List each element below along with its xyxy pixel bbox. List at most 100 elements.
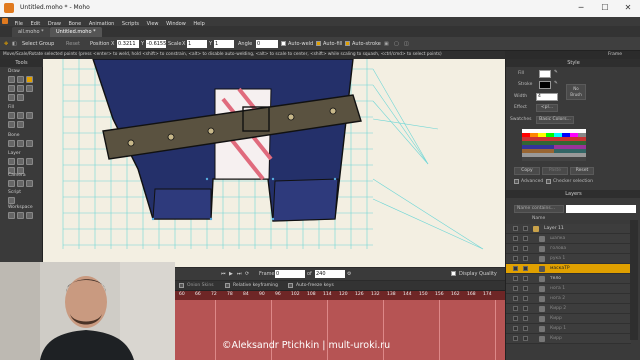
stroke-color-swatch[interactable]: [539, 81, 551, 89]
layer-visibility-toggle[interactable]: [513, 306, 518, 311]
layer-row[interactable]: нога 2: [506, 294, 631, 304]
select-shape-tool-icon[interactable]: [8, 112, 15, 119]
minimize-button[interactable]: ─: [570, 2, 592, 14]
canvas-artwork[interactable]: [43, 59, 505, 267]
layer-row-selected[interactable]: маскаТР: [506, 264, 631, 274]
scale-y-field[interactable]: 1: [214, 40, 234, 48]
script-tool-icon[interactable]: [8, 197, 15, 204]
stroke-eyedropper-icon[interactable]: ✎: [554, 81, 558, 86]
relative-keyframing-checkbox[interactable]: [225, 283, 230, 288]
zoom-workspace-tool-icon[interactable]: [17, 212, 24, 219]
layer-lock-toggle[interactable]: [523, 266, 528, 271]
timeline-track-area[interactable]: [175, 300, 505, 360]
copy-style-button[interactable]: Copy: [514, 167, 540, 175]
advanced-checkbox[interactable]: [514, 179, 519, 184]
layer-visibility-toggle[interactable]: [513, 316, 518, 321]
paste-style-button[interactable]: Paste: [542, 167, 568, 175]
reset-style-button[interactable]: Reset: [570, 167, 594, 175]
layer-visibility-toggle[interactable]: [513, 336, 518, 341]
tab-untitled-moho[interactable]: Untitled.moho *: [50, 27, 102, 37]
checker-selection-checkbox[interactable]: [546, 179, 551, 184]
layer-lock-toggle[interactable]: [523, 246, 528, 251]
layer-visibility-toggle[interactable]: [513, 226, 518, 231]
step-forward-button[interactable]: ⏭: [237, 271, 242, 277]
layer-lock-toggle[interactable]: [523, 256, 528, 261]
onion-skins-checkbox[interactable]: [179, 283, 184, 288]
create-shape-tool-icon[interactable]: [17, 112, 24, 119]
close-button[interactable]: ✕: [617, 2, 639, 14]
auto-stroke-checkbox[interactable]: [345, 41, 350, 46]
paint-bucket-tool-icon[interactable]: [26, 112, 33, 119]
add-point-tool-icon[interactable]: [8, 76, 15, 83]
auto-freeze-keys-checkbox[interactable]: [288, 283, 293, 288]
position-y-field[interactable]: -0.6155: [146, 40, 166, 48]
loop-button[interactable]: ⟳: [245, 271, 249, 277]
layer-visibility-toggle[interactable]: [513, 326, 518, 331]
layer-lock-toggle[interactable]: [523, 306, 528, 311]
scale-x-field[interactable]: 1: [187, 40, 207, 48]
layer-row[interactable]: Кирр: [506, 334, 631, 344]
toolbar-option-icon-2[interactable]: ▢: [394, 40, 399, 48]
layer-row[interactable]: тело: [506, 274, 631, 284]
layer-search-field[interactable]: [566, 205, 636, 213]
scale-layer-tool-icon[interactable]: [17, 158, 24, 165]
timeline-ruler[interactable]: 60 66 72 78 84 90 96 102 108 114 120 126…: [175, 291, 505, 300]
drawing-canvas[interactable]: [43, 59, 505, 267]
reset-button[interactable]: Reset: [66, 40, 80, 48]
scatter-tool-icon[interactable]: [17, 94, 24, 101]
toolbar-option-icon-1[interactable]: ▣: [384, 40, 389, 48]
layer-row[interactable]: нога 1: [506, 284, 631, 294]
layer-row[interactable]: шапка: [506, 234, 631, 244]
oval-tool-icon[interactable]: [26, 85, 33, 92]
layer-lock-toggle[interactable]: [523, 276, 528, 281]
transform-points-tool-icon[interactable]: [26, 76, 33, 83]
end-frame-field[interactable]: 240: [315, 270, 345, 278]
eraser-tool-icon[interactable]: [8, 94, 15, 101]
layer-lock-toggle[interactable]: [523, 316, 528, 321]
current-frame-field[interactable]: 0: [275, 270, 305, 278]
zoom-camera-tool-icon[interactable]: [17, 180, 24, 187]
angle-field[interactable]: 0: [256, 40, 278, 48]
rotate-layer-tool-icon[interactable]: [26, 158, 33, 165]
layer-visibility-toggle[interactable]: [513, 236, 518, 241]
select-bone-tool-icon[interactable]: [8, 140, 15, 147]
auto-weld-checkbox[interactable]: [281, 41, 286, 46]
frame-options-icon[interactable]: ⚙: [347, 271, 351, 277]
roll-camera-tool-icon[interactable]: [26, 180, 33, 187]
fill-eyedropper-icon[interactable]: ✎: [554, 70, 558, 75]
layer-visibility-toggle[interactable]: [513, 296, 518, 301]
auto-fill-checkbox[interactable]: [316, 41, 321, 46]
select-group-button[interactable]: Select Group: [22, 40, 54, 48]
tab-all-moho[interactable]: all.moho *: [12, 27, 50, 37]
fill-color-swatch[interactable]: [539, 70, 551, 78]
maximize-button[interactable]: ☐: [594, 2, 616, 14]
layer-row[interactable]: Кирр: [506, 314, 631, 324]
position-x-field[interactable]: 0.3211: [117, 40, 139, 48]
layers-scrollbar[interactable]: [630, 220, 638, 340]
layer-visibility-toggle[interactable]: [513, 266, 518, 271]
layer-visibility-toggle[interactable]: [513, 256, 518, 261]
delete-edge-tool-icon[interactable]: [8, 121, 15, 128]
freehand-tool-icon[interactable]: [8, 85, 15, 92]
layer-row[interactable]: рука 1: [506, 254, 631, 264]
layer-visibility-toggle[interactable]: [513, 246, 518, 251]
rotate-workspace-tool-icon[interactable]: [26, 212, 33, 219]
line-width-tool-icon[interactable]: [17, 121, 24, 128]
layer-visibility-toggle[interactable]: [513, 286, 518, 291]
effect-dropdown[interactable]: <pl...: [536, 104, 558, 112]
layer-lock-toggle[interactable]: [523, 226, 528, 231]
swatches-dropdown[interactable]: Basic Colors...: [536, 116, 574, 124]
translate-layer-tool-icon[interactable]: [8, 158, 15, 165]
pan-workspace-tool-icon[interactable]: [8, 212, 15, 219]
toolbar-option-icon-3[interactable]: ◫: [404, 40, 409, 48]
translate-bone-tool-icon[interactable]: [17, 140, 24, 147]
width-field[interactable]: 4: [536, 93, 558, 101]
layer-row[interactable]: Кирр 2: [506, 304, 631, 314]
layer-lock-toggle[interactable]: [523, 336, 528, 341]
layer-lock-toggle[interactable]: [523, 296, 528, 301]
layer-lock-toggle[interactable]: [523, 286, 528, 291]
layer-visibility-toggle[interactable]: [513, 276, 518, 281]
layer-lock-toggle[interactable]: [523, 326, 528, 331]
rectangle-tool-icon[interactable]: [17, 85, 24, 92]
layer-row[interactable]: Кирр 1: [506, 324, 631, 334]
